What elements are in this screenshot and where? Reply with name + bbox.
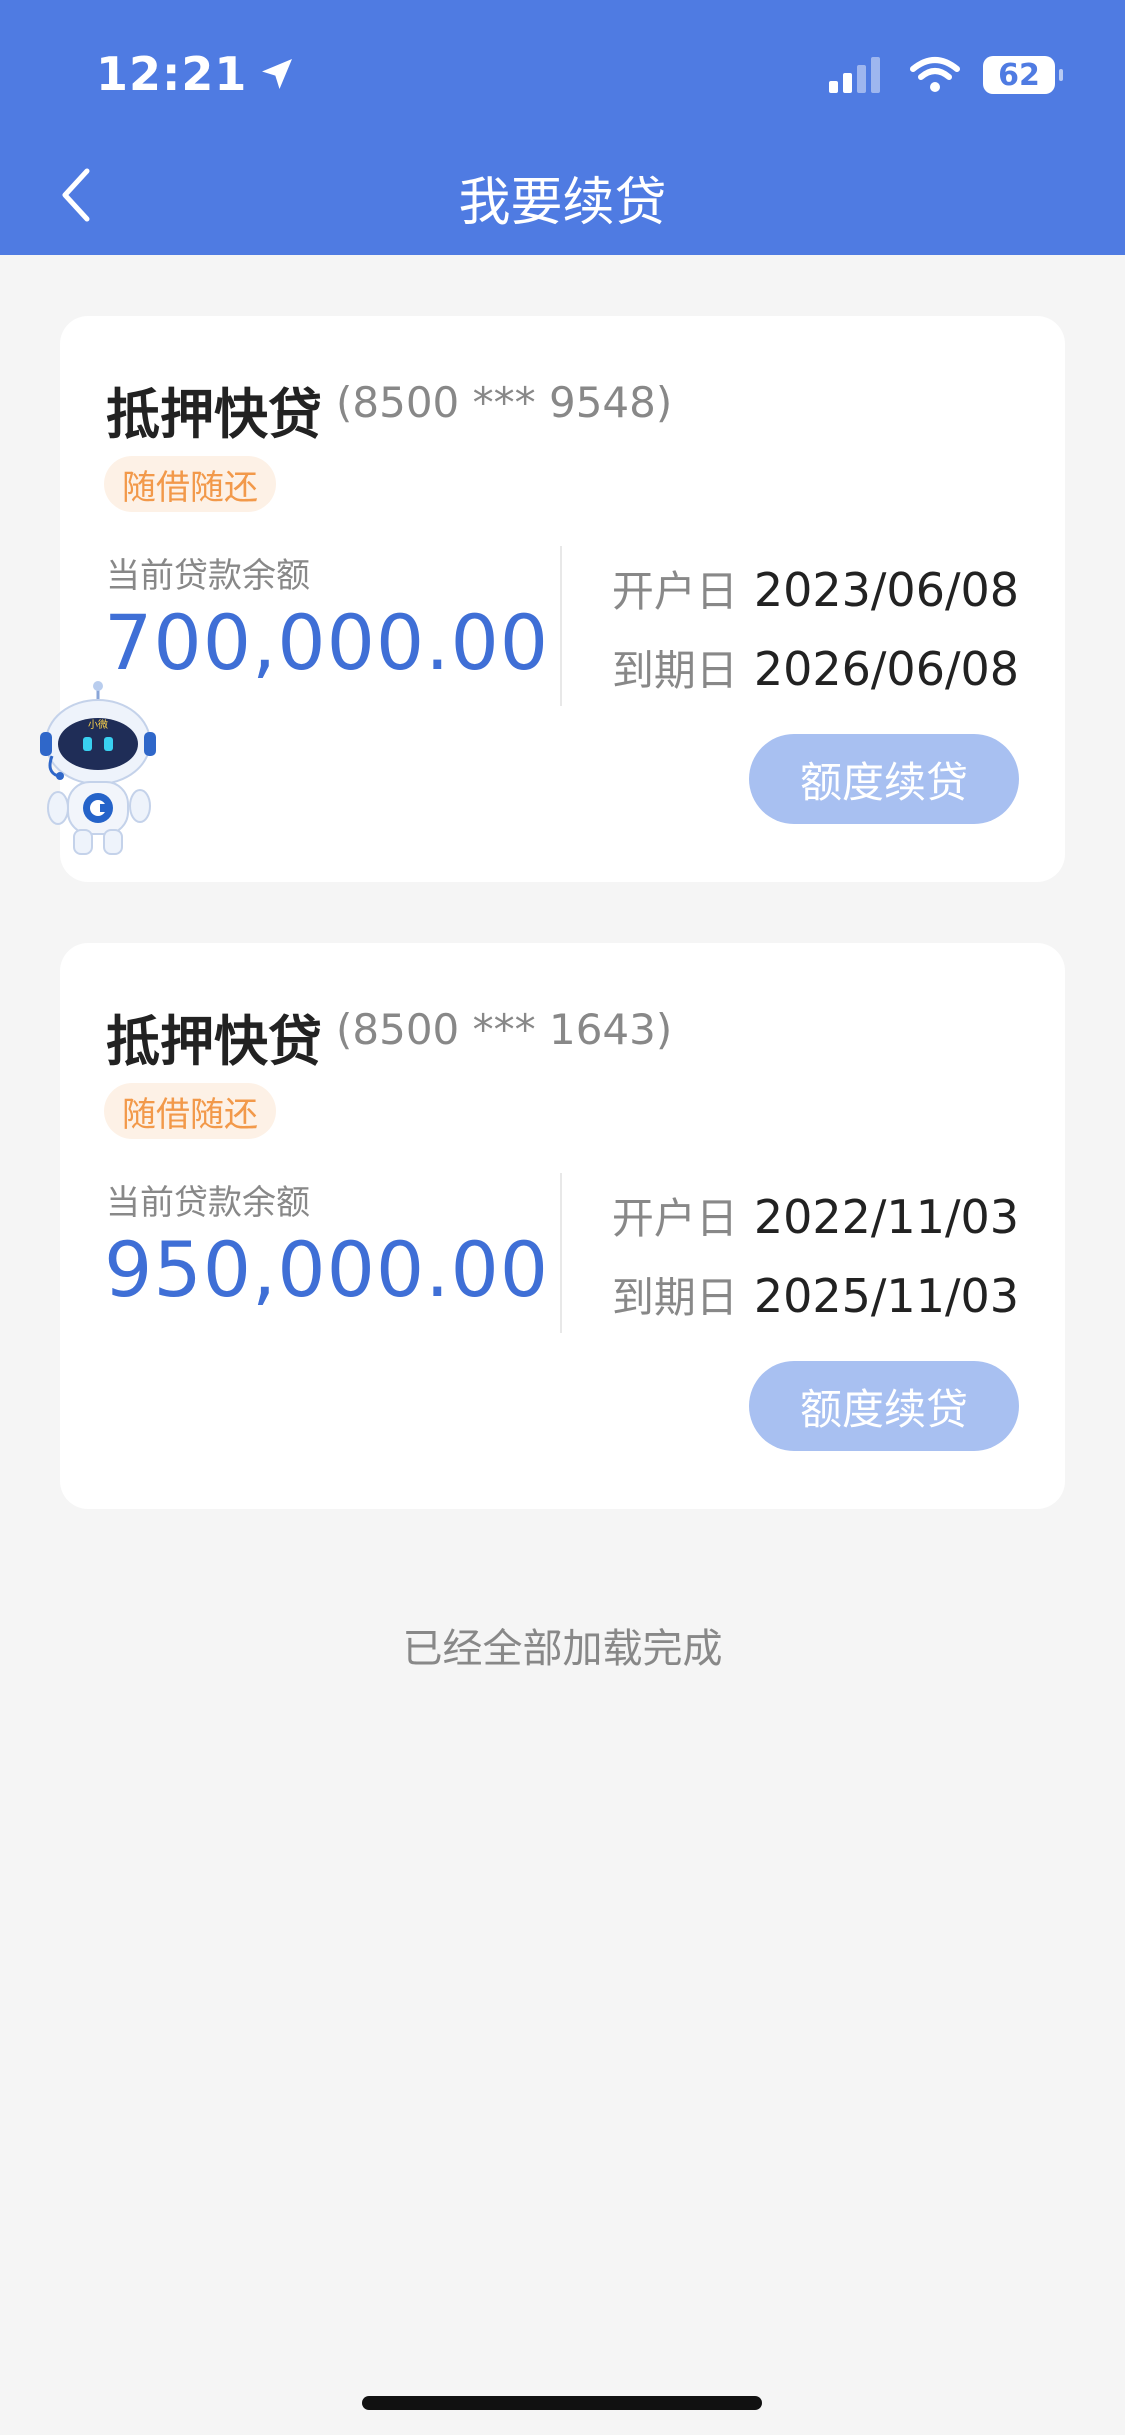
open-date-row: 开户日 2022/11/03 (612, 1183, 1019, 1262)
loan-card: 抵押快贷 (8500 *** 1643) 随借随还 当前贷款余额 950,000… (60, 943, 1065, 1509)
due-date-value: 2026/06/08 (753, 642, 1019, 696)
loan-account: (8500 *** 9548) (336, 378, 673, 427)
date-block: 开户日 2023/06/08 到期日 2026/06/08 (612, 556, 1019, 714)
mascot-badge: 小微 (88, 718, 108, 731)
open-date-value: 2023/06/08 (753, 563, 1019, 617)
loan-account: (8500 *** 1643) (336, 1005, 673, 1054)
status-icons: 62 (827, 50, 1063, 100)
status-time: 12:21 (96, 44, 297, 104)
balance-label: 当前贷款余额 (106, 1183, 310, 1223)
divider (560, 1173, 562, 1333)
loan-title: 抵押快贷 (106, 1010, 322, 1073)
open-date-row: 开户日 2023/06/08 (612, 556, 1019, 635)
clock: 12:21 (96, 47, 248, 101)
due-date-row: 到期日 2025/11/03 (612, 1262, 1019, 1341)
date-block: 开户日 2022/11/03 到期日 2025/11/03 (612, 1183, 1019, 1341)
balance-value: 700,000.00 (104, 598, 550, 687)
renew-credit-button[interactable]: 额度续贷 (749, 734, 1019, 824)
repayment-tag: 随借随还 (104, 1083, 276, 1139)
battery-icon: 62 (983, 56, 1063, 94)
cellular-signal-icon (829, 57, 880, 93)
due-date-label: 到期日 (611, 646, 738, 695)
balance-value: 950,000.00 (104, 1225, 550, 1314)
app-header: 12:21 62 我要续贷 (0, 0, 1125, 255)
due-date-row: 到期日 2026/06/08 (612, 635, 1019, 714)
due-date-label: 到期日 (611, 1273, 738, 1322)
assistant-robot-icon[interactable]: 小微 (36, 680, 166, 860)
loan-card: 抵押快贷 (8500 *** 9548) 随借随还 当前贷款余额 700,000… (60, 316, 1065, 882)
repayment-tag: 随借随还 (104, 456, 276, 512)
renew-credit-button[interactable]: 额度续贷 (749, 1361, 1019, 1451)
due-date-value: 2025/11/03 (753, 1269, 1019, 1323)
open-date-label: 开户日 (611, 1194, 738, 1243)
battery-level: 62 (998, 57, 1040, 93)
loan-title: 抵押快贷 (106, 383, 322, 446)
home-indicator[interactable] (362, 2396, 762, 2410)
open-date-value: 2022/11/03 (753, 1190, 1019, 1244)
divider (560, 546, 562, 706)
page-title: 我要续贷 (458, 173, 667, 233)
open-date-label: 开户日 (611, 567, 738, 616)
wifi-icon (910, 57, 960, 92)
balance-label: 当前贷款余额 (106, 556, 310, 596)
all-loaded-note: 已经全部加载完成 (402, 1626, 723, 1672)
location-arrow-icon (262, 59, 293, 89)
